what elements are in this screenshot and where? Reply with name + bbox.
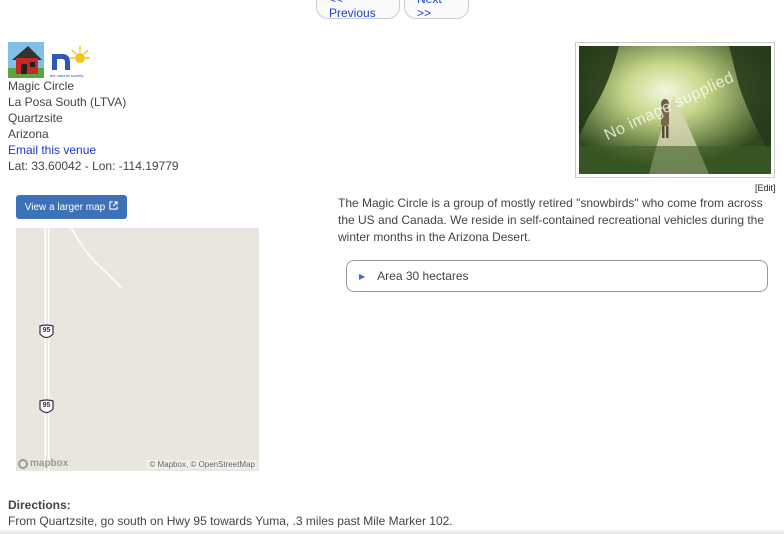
next-button[interactable]: Next >> [404,0,469,20]
directions-text: From Quartzsite, go south on Hwy 95 towa… [8,514,453,528]
pager: << Previous Next >> [316,0,469,20]
logos: the naturist society [8,42,92,78]
bottom-divider [0,530,784,534]
area-details-toggle[interactable]: ▶ Area 30 hectares [346,260,768,292]
triangle-right-icon: ▶ [359,271,366,281]
previous-button[interactable]: << Previous [316,0,400,20]
venue-description: The Magic Circle is a group of mostly re… [338,196,765,244]
map-credit[interactable]: © Mapbox, © OpenStreetMap [147,460,257,469]
map[interactable]: 95 95 mapbox © Mapbox, © OpenStreetMap [16,228,259,471]
mapbox-logo[interactable]: mapbox [18,458,68,469]
directions-label: Directions: [8,498,71,512]
naturist-society-logo: the naturist society [48,44,92,78]
house-logo [8,42,44,78]
external-link-icon [109,201,118,213]
venue-state: Arizona [8,127,49,141]
edit-link[interactable]: [Edit] [755,183,776,193]
venue-city: Quartzsite [8,111,63,125]
area-details-label: Area 30 hectares [377,269,469,283]
venue-location: La Posa South (LTVA) [8,95,127,109]
view-larger-map-label: View a larger map [24,201,106,213]
venue-page: << Previous Next >> [0,0,784,534]
venue-photo: No image supplied [575,42,775,178]
route-shield-1: 95 [38,324,55,341]
directions: Directions: From Quartzsite, go south on… [8,497,453,529]
route-shield-2: 95 [38,399,55,416]
email-venue-link[interactable]: Email this venue [8,143,96,157]
mapbox-icon [18,458,28,469]
venue-name: Magic Circle [8,79,75,93]
venue-coords: Lat: 33.60042 - Lon: -114.19779 [8,159,179,173]
view-larger-map-button[interactable]: View a larger map [16,195,127,219]
venue-info: Magic Circle La Posa South (LTVA) Quartz… [8,78,179,174]
